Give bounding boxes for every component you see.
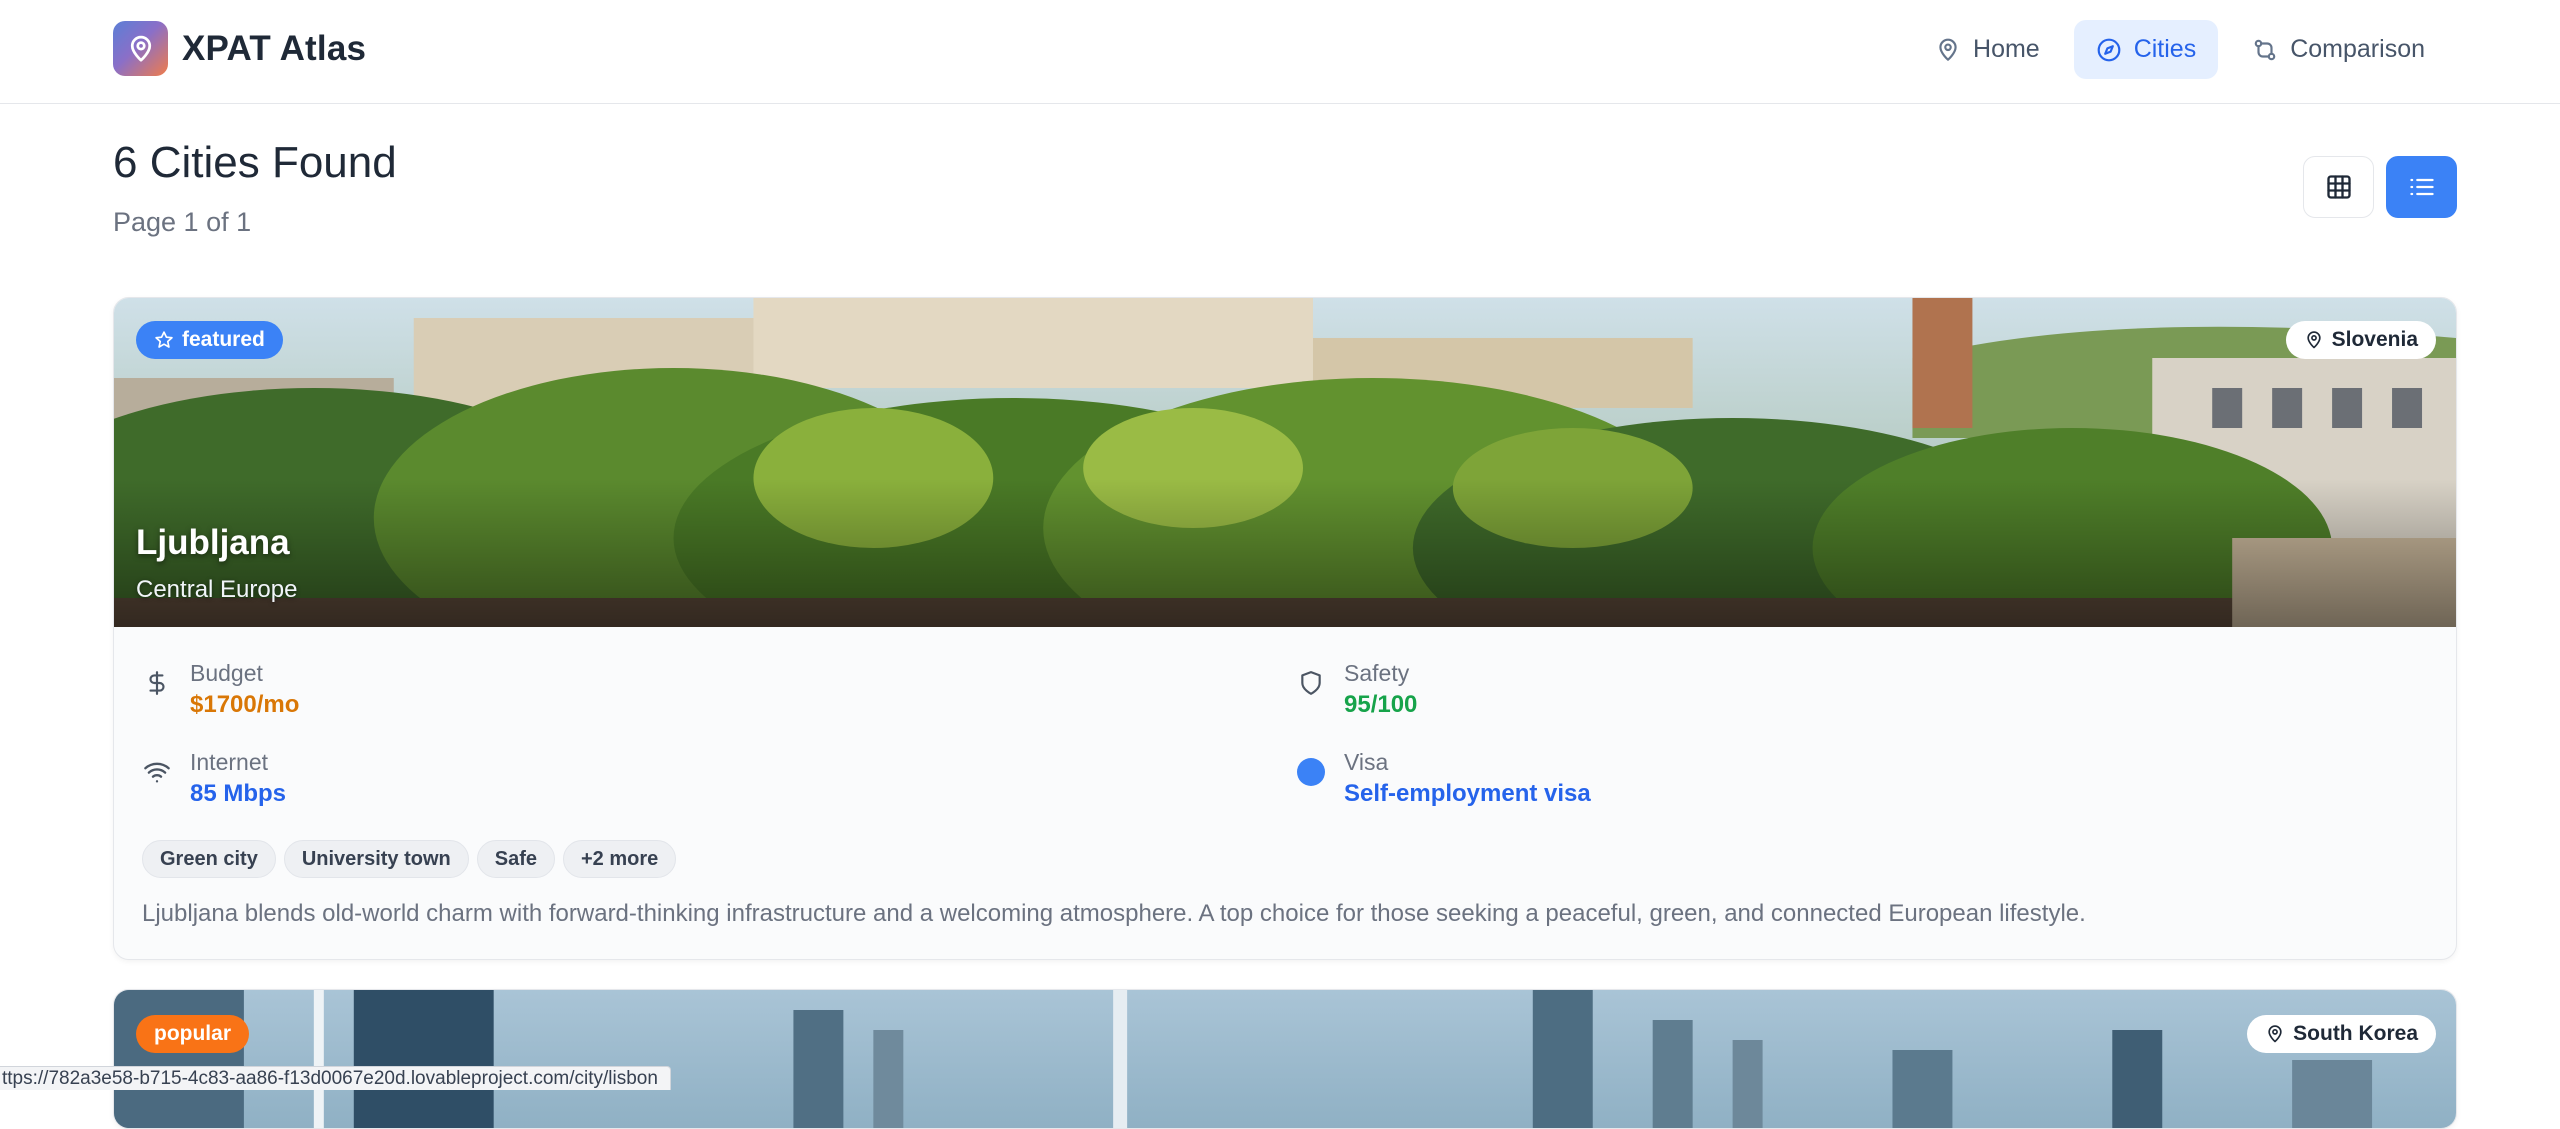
stat-internet: Internet 85 Mbps xyxy=(142,747,286,811)
city-card-ljubljana[interactable]: featured Slovenia Ljubljana Central Euro… xyxy=(113,297,2457,960)
tag: Green city xyxy=(142,840,276,878)
grid-icon xyxy=(2326,175,2351,199)
git-compare-icon xyxy=(2254,39,2276,60)
city-stats: Budget $1700/mo Internet 85 Mbps Safety … xyxy=(142,658,2432,828)
stat-safety: Safety 95/100 xyxy=(1296,658,1417,722)
brand-logo-map-pin-icon xyxy=(113,21,168,76)
featured-badge-label: featured xyxy=(182,328,265,351)
country-name: Slovenia xyxy=(2331,328,2418,351)
view-toggle xyxy=(2303,156,2457,218)
list-view-button[interactable] xyxy=(2386,156,2457,218)
nav-cities-label: Cities xyxy=(2133,35,2197,63)
brand[interactable]: XPAT Atlas xyxy=(113,21,366,76)
nav-home-label: Home xyxy=(1973,35,2040,63)
tag: University town xyxy=(283,840,469,878)
nav-comparison-label: Comparison xyxy=(2290,35,2425,63)
city-image: featured Slovenia Ljubljana Central Euro… xyxy=(114,298,2456,627)
featured-badge: featured xyxy=(136,321,283,359)
city-region: Central Europe xyxy=(136,576,298,603)
budget-label: Budget xyxy=(190,660,263,686)
safety-value: 95/100 xyxy=(1344,691,1418,718)
more-tags[interactable]: +2 more xyxy=(563,840,677,878)
city-photo xyxy=(114,990,2456,1128)
stat-budget: Budget $1700/mo xyxy=(142,658,299,722)
shield-icon xyxy=(1296,668,1326,698)
brand-name: XPAT Atlas xyxy=(182,28,367,68)
page-info: Page 1 of 1 xyxy=(113,207,252,237)
grid-view-button[interactable] xyxy=(2303,156,2374,218)
visa-dot xyxy=(1297,758,1325,786)
city-card-south-korea[interactable]: popular South Korea xyxy=(113,989,2457,1129)
city-name: Ljubljana xyxy=(136,523,290,562)
country-chip: Slovenia xyxy=(2285,321,2436,359)
stat-visa: Visa Self-employment visa xyxy=(1296,747,1591,811)
city-description: Ljubljana blends old-world charm with fo… xyxy=(142,900,2086,927)
visa-value: Self-employment visa xyxy=(1344,780,1591,807)
safety-label: Safety xyxy=(1344,660,1410,686)
map-pin-icon xyxy=(2306,331,2321,349)
dollar-sign-icon xyxy=(142,668,172,698)
top-navigation-bar: XPAT Atlas Home Cities Comparison xyxy=(0,0,2560,104)
city-tags: Green city University town Safe +2 more xyxy=(142,840,677,878)
star-icon xyxy=(155,331,173,348)
city-photo xyxy=(114,298,2456,627)
wifi-icon xyxy=(142,757,172,787)
results-title: 6 Cities Found xyxy=(113,138,397,187)
link-preview-status-bar: ttps://782a3e58-b715-4c83-aa86-f13d0067e… xyxy=(0,1066,671,1090)
map-pin-icon xyxy=(1939,38,1957,61)
country-name: South Korea xyxy=(2293,1022,2418,1045)
popular-badge: popular xyxy=(136,1015,249,1053)
map-pin-icon xyxy=(2268,1025,2282,1043)
nav-home[interactable]: Home xyxy=(1913,20,2062,79)
main-nav: Home Cities Comparison xyxy=(1913,20,2447,79)
internet-label: Internet xyxy=(190,749,268,775)
nav-cities[interactable]: Cities xyxy=(2073,20,2219,79)
budget-value: $1700/mo xyxy=(190,691,300,718)
nav-comparison[interactable]: Comparison xyxy=(2230,20,2447,79)
visa-status-icon xyxy=(1296,757,1326,787)
list-icon xyxy=(2409,178,2434,196)
city-image: popular South Korea xyxy=(114,990,2456,1128)
visa-label: Visa xyxy=(1344,749,1389,775)
tag: Safe xyxy=(476,840,555,878)
internet-value: 85 Mbps xyxy=(190,780,287,807)
compass-icon xyxy=(2097,38,2121,61)
country-chip: South Korea xyxy=(2247,1015,2436,1053)
